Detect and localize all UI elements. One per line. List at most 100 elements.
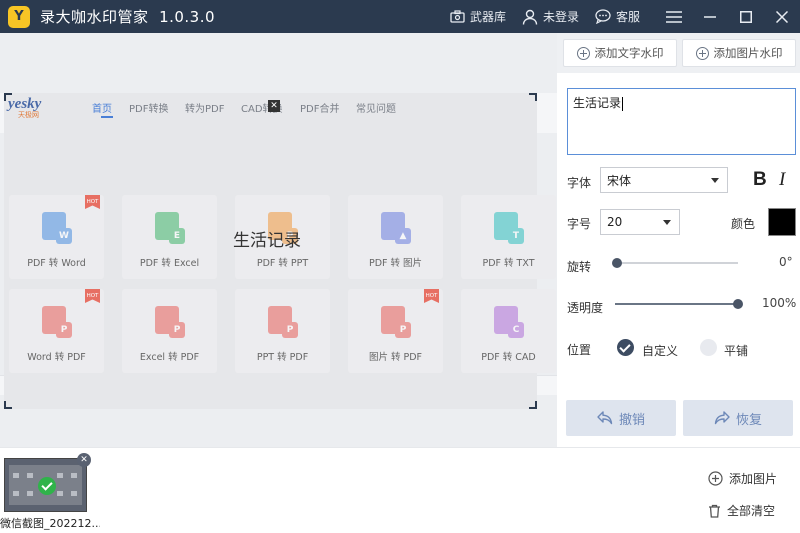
preview-tile: P 图片 转 PDF HOT: [348, 289, 443, 373]
watermark-text[interactable]: 生活记录: [233, 226, 301, 251]
file-type-icon: P: [381, 306, 411, 338]
tile-label: PDF 转 Excel: [139, 258, 200, 269]
site-logo-sub: 天极网: [18, 111, 39, 119]
file-type-icon: W: [42, 212, 72, 244]
watermark-delete-icon[interactable]: ✕: [268, 100, 280, 112]
size-select[interactable]: 20: [600, 209, 680, 235]
tile-label: PDF 转 TXT: [482, 258, 535, 269]
maximize-icon: [740, 10, 752, 23]
user-icon: [522, 9, 538, 25]
preview-nav: yesky 天极网 首页 PDF转换 转为PDF CAD转换 PDF合并 常见问…: [4, 93, 537, 121]
image-thumbnail[interactable]: [4, 458, 87, 512]
rotate-label: 旋转: [567, 260, 592, 274]
redo-button[interactable]: 恢复: [683, 400, 793, 436]
add-image-watermark-button[interactable]: 添加图片水印: [682, 39, 796, 67]
tile-label: PPT 转 PDF: [256, 352, 309, 363]
file-badge: P: [282, 322, 298, 338]
hot-badge: HOT: [424, 289, 439, 303]
tile-label: PDF 转 Word: [27, 258, 86, 269]
file-badge: ▲: [395, 228, 411, 244]
preview-tile: E PDF 转 Excel: [122, 195, 217, 279]
add-image-button[interactable]: 添加图片: [708, 470, 777, 487]
thumb-dot: [27, 473, 33, 478]
plus-circle-icon: [695, 46, 709, 60]
file-type-icon: P: [268, 306, 298, 338]
font-select[interactable]: 宋体: [600, 167, 728, 193]
opacity-value: 100%: [762, 296, 797, 310]
crop-corner-tl: [4, 93, 12, 101]
maximize-button[interactable]: [728, 0, 764, 33]
rotate-slider-handle[interactable]: [612, 258, 622, 268]
nav-active-underline: [101, 116, 113, 118]
minimize-icon: [704, 15, 716, 18]
close-button[interactable]: [764, 0, 800, 33]
position-custom-radio[interactable]: [617, 339, 634, 356]
hot-badge: HOT: [85, 195, 100, 209]
selected-check-icon: [38, 477, 56, 495]
minimize-button[interactable]: [692, 0, 728, 33]
file-badge: P: [56, 322, 72, 338]
plus-circle-icon: [576, 46, 590, 60]
tile-label: PDF 转 图片: [368, 258, 423, 269]
tile-label: Excel 转 PDF: [139, 352, 200, 363]
watermark-text-input[interactable]: 生活记录: [567, 88, 796, 155]
size-label: 字号: [567, 217, 592, 231]
preview-tile: P Excel 转 PDF: [122, 289, 217, 373]
login-button[interactable]: 未登录: [522, 8, 579, 25]
thumb-dot: [71, 491, 77, 496]
color-label: 颜色: [731, 217, 756, 231]
chevron-down-icon: [663, 220, 671, 225]
app-logo-icon: Y: [8, 5, 30, 28]
file-type-icon: T: [494, 212, 524, 244]
crop-corner-tr: [529, 93, 537, 101]
file-badge: E: [169, 228, 185, 244]
tile-label: PDF 转 CAD: [481, 352, 536, 363]
opacity-slider-handle[interactable]: [733, 299, 743, 309]
crop-corner-br: [529, 401, 537, 409]
chevron-down-icon: [711, 178, 719, 183]
title-bar: Y 录大咖水印管家 1.0.3.0 武器库 未登录 客服: [0, 0, 800, 33]
preview-canvas[interactable]: yesky 天极网 首页 PDF转换 转为PDF CAD转换 PDF合并 常见问…: [0, 33, 557, 447]
preview-tile: ▲ PDF 转 图片: [348, 195, 443, 279]
trash-icon: [709, 504, 720, 518]
file-badge: W: [56, 228, 72, 244]
app-title: 录大咖水印管家 1.0.3.0: [40, 8, 216, 26]
remove-thumbnail-icon[interactable]: ✕: [77, 453, 91, 467]
preview-nav-item: 转为PDF: [185, 104, 225, 115]
position-tile-label: 平铺: [724, 344, 749, 358]
undo-button[interactable]: 撤销: [566, 400, 676, 436]
thumb-dot: [57, 491, 63, 496]
italic-button[interactable]: I: [779, 169, 785, 191]
color-picker[interactable]: [768, 208, 796, 236]
rotate-slider-track[interactable]: [617, 262, 738, 264]
preview-tile: P Word 转 PDF HOT: [9, 289, 104, 373]
undo-icon: [597, 411, 613, 425]
file-badge: T: [508, 228, 524, 244]
preview-tile: W PDF 转 Word HOT: [9, 195, 104, 279]
hamburger-icon: [666, 10, 682, 23]
preview-tile: T PDF 转 TXT: [461, 195, 556, 279]
close-icon: [776, 10, 788, 23]
panel-header: 添加文字水印 添加图片水印: [557, 33, 800, 73]
add-text-watermark-button[interactable]: 添加文字水印: [563, 39, 677, 67]
tile-label: PDF 转 PPT: [256, 258, 309, 269]
thumbnail-filename: 微信截图_202212...: [0, 517, 100, 530]
text-caret: [622, 96, 624, 111]
tile-label: Word 转 PDF: [27, 352, 86, 363]
redo-icon: [714, 411, 730, 425]
thumb-dot: [13, 491, 19, 496]
clear-all-button[interactable]: 全部清空: [708, 502, 775, 519]
bold-button[interactable]: B: [753, 169, 767, 191]
position-tile-radio[interactable]: [700, 339, 717, 356]
file-type-icon: E: [155, 212, 185, 244]
file-type-icon: P: [155, 306, 185, 338]
support-button[interactable]: 客服: [595, 8, 640, 25]
menu-button[interactable]: [656, 0, 692, 33]
preview-nav-item: 常见问题: [356, 104, 396, 115]
arsenal-button[interactable]: 武器库: [450, 8, 506, 25]
file-type-icon: ▲: [381, 212, 411, 244]
thumb-dot: [13, 473, 19, 478]
file-badge: C: [508, 322, 524, 338]
preview-tile: P PPT 转 PDF: [235, 289, 330, 373]
opacity-label: 透明度: [567, 301, 604, 315]
